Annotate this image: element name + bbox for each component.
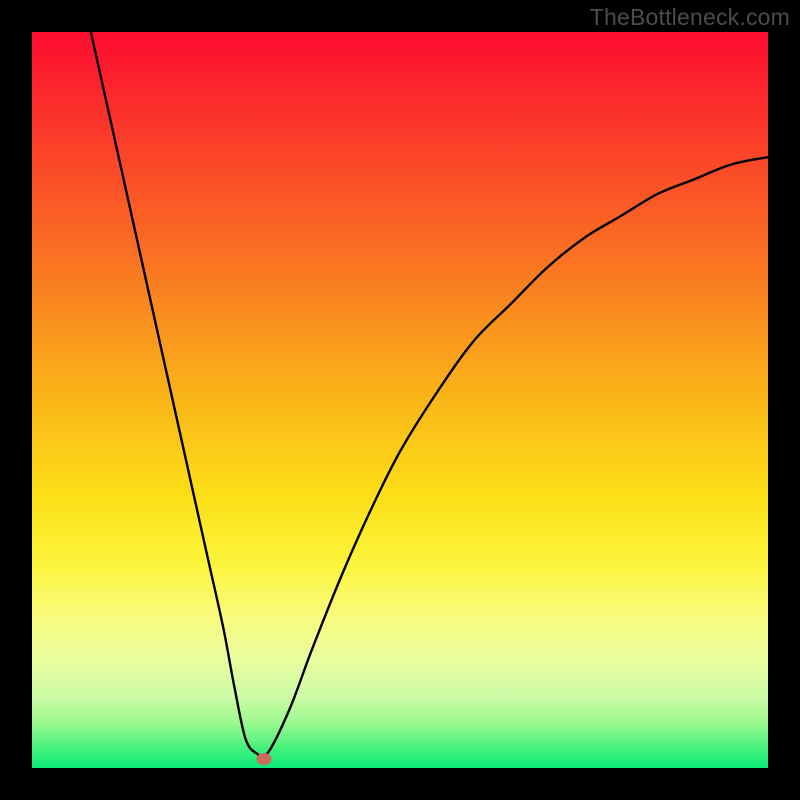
chart-frame: TheBottleneck.com xyxy=(0,0,800,800)
bottleneck-curve xyxy=(32,32,768,768)
plot-area xyxy=(32,32,768,768)
optimal-marker-dot xyxy=(256,753,271,765)
watermark-text: TheBottleneck.com xyxy=(590,4,790,31)
